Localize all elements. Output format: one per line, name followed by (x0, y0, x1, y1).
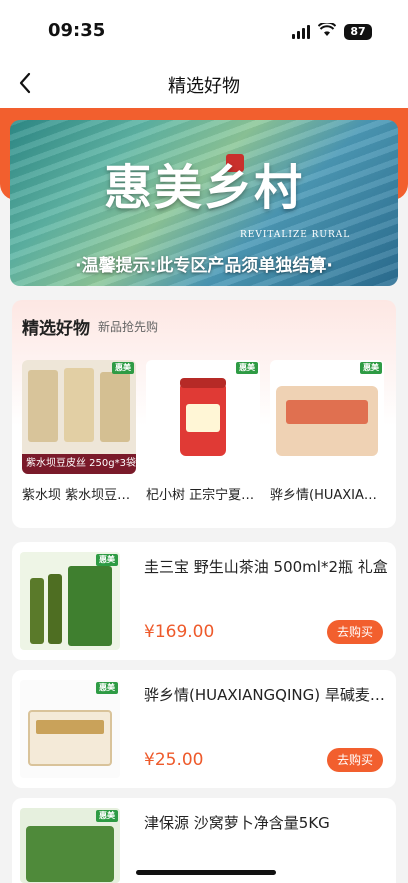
featured-item-name: 杞小树 正宗宁夏枸杞 (146, 488, 260, 503)
status-icons: 87 (292, 21, 372, 41)
home-indicator (136, 870, 276, 875)
banner-title: 惠美乡村 (103, 160, 304, 216)
huimei-badge: 惠美 (112, 362, 134, 374)
buy-button[interactable]: 去购买 (327, 620, 383, 644)
page-title: 精选好物 (168, 76, 240, 97)
product-image: 惠美 紫水坝豆皮丝 250g*3袋 (22, 360, 136, 474)
featured-item-name: 紫水坝 紫水坝豆皮丝 (22, 488, 136, 503)
signal-icon (292, 24, 310, 39)
product-image: 惠美 (270, 360, 384, 474)
buy-button[interactable]: 去购买 (327, 748, 383, 772)
product-price: ¥25.00 (144, 750, 204, 770)
image-caption: 紫水坝豆皮丝 250g*3袋 (22, 454, 136, 474)
huimei-badge: 惠美 (96, 682, 118, 694)
wifi-icon (317, 21, 337, 41)
product-title: 圭三宝 野生山茶油 500ml*2瓶 礼盒 (144, 558, 388, 576)
status-bar: 09:35 87 (0, 0, 408, 58)
product-image: 惠美 (20, 552, 120, 650)
product-card[interactable]: 惠美 圭三宝 野生山茶油 500ml*2瓶 礼盒 ¥169.00 去购买 (12, 542, 396, 660)
featured-section: 精选好物 新品抢先购 惠美 紫水坝豆皮丝 250g*3袋 紫水坝 紫水坝豆皮丝 … (12, 300, 396, 528)
featured-item[interactable]: 惠美 杞小树 正宗宁夏枸杞 (146, 360, 260, 503)
featured-item-name: 骅乡情(HUAXIANGQING) (270, 488, 384, 503)
battery-indicator: 87 (344, 23, 372, 40)
status-time: 09:35 (48, 20, 106, 41)
featured-item[interactable]: 惠美 紫水坝豆皮丝 250g*3袋 紫水坝 紫水坝豆皮丝 (22, 360, 136, 503)
product-image: 惠美 (20, 680, 120, 778)
product-price: ¥169.00 (144, 622, 215, 642)
promo-banner[interactable]: 惠美乡村 REVITALIZE RURAL ·温馨提示:此专区产品须单独结算· (10, 120, 398, 286)
product-title: 津保源 沙窝萝卜净含量5KG (144, 814, 330, 832)
banner-notice: ·温馨提示:此专区产品须单独结算· (75, 256, 333, 276)
featured-item[interactable]: 惠美 骅乡情(HUAXIANGQING) (270, 360, 384, 503)
nav-bar: 精选好物 (0, 58, 408, 108)
product-image: 惠美 (146, 360, 260, 474)
product-card[interactable]: 惠美 骅乡情(HUAXIANGQING) 旱碱麦宽心面 ¥25.00 去购买 (12, 670, 396, 788)
product-image: 惠美 (20, 808, 120, 883)
huimei-badge: 惠美 (96, 554, 118, 566)
banner-subtitle: REVITALIZE RURAL (240, 230, 351, 240)
featured-title: 精选好物 (22, 319, 90, 339)
huimei-badge: 惠美 (236, 362, 258, 374)
huimei-badge: 惠美 (96, 810, 118, 822)
featured-subtitle: 新品抢先购 (98, 320, 159, 334)
huimei-badge: 惠美 (360, 362, 382, 374)
product-title: 骅乡情(HUAXIANGQING) 旱碱麦宽心面 (144, 686, 388, 704)
